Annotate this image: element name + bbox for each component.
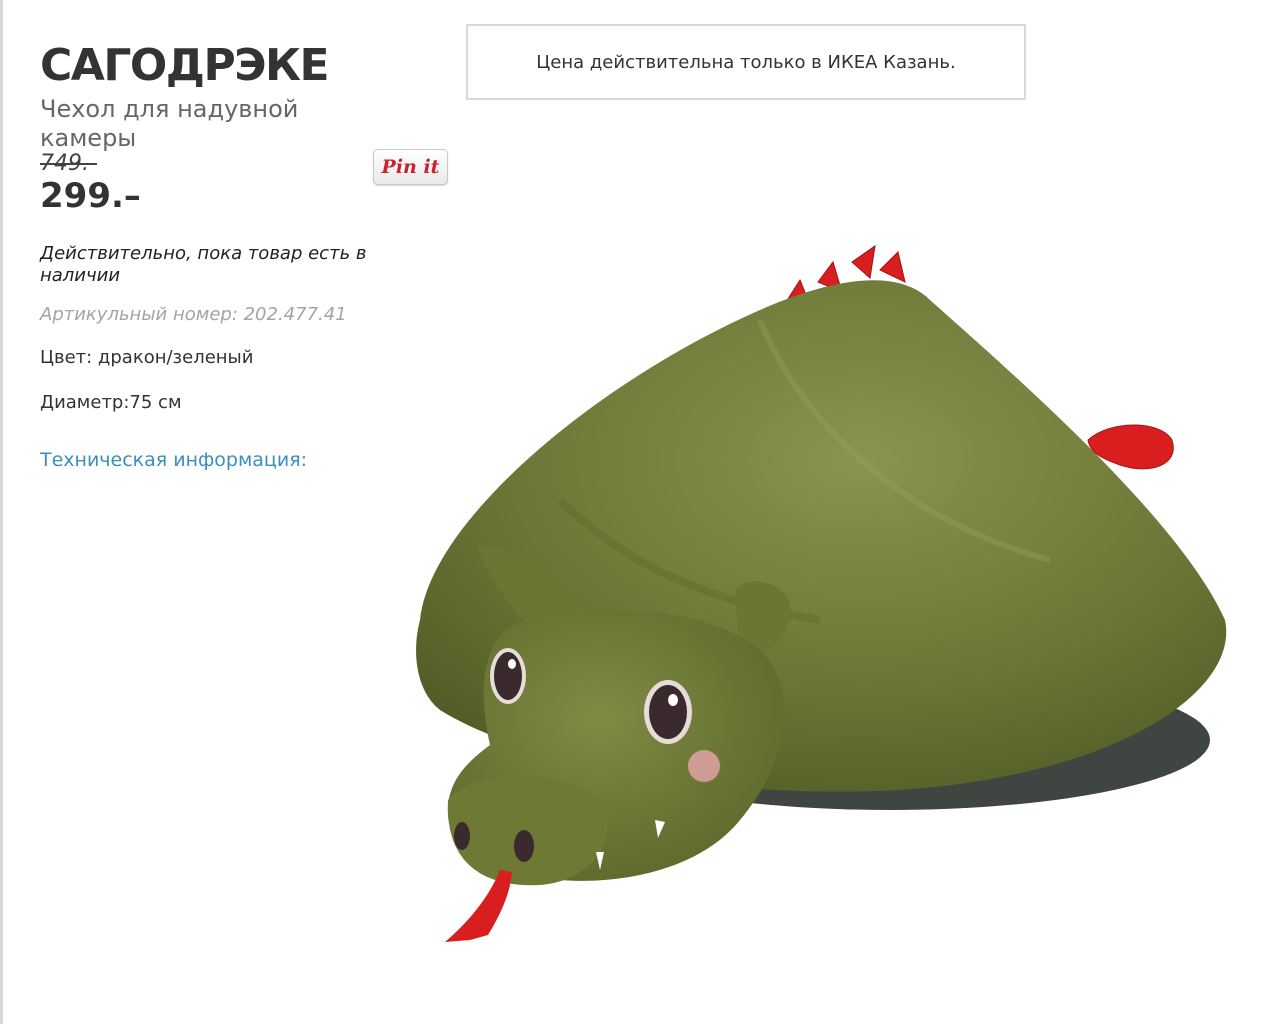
product-subtitle: Чехол для надувной камеры — [40, 95, 299, 152]
old-price: 749.- — [40, 151, 97, 176]
product-title: САГОДРЭКЕ — [40, 40, 330, 91]
price-validity-note: Действительно, пока товар есть в наличии — [40, 243, 367, 286]
product-diameter: Диаметр:75 см — [40, 392, 182, 413]
dragon-beanbag-image — [416, 244, 1227, 942]
product-info-panel: САГОДРЭКЕ Чехол для надувной камеры 749.… — [40, 40, 370, 471]
store-price-notice: Цена действительна только в ИКЕА Казань. — [466, 24, 1026, 100]
technical-info-link[interactable]: Техническая информация: — [40, 449, 307, 471]
product-color: Цвет: дракон/зеленый — [40, 347, 254, 368]
pinterest-pin-button[interactable]: Pin it — [373, 149, 448, 185]
current-price: 299.– — [40, 176, 141, 216]
pinit-label: Pin it — [381, 156, 440, 178]
page-left-border — [0, 0, 3, 1024]
article-number: Артикульный номер: 202.477.41 — [40, 304, 347, 325]
store-price-notice-text: Цена действительна только в ИКЕА Казань. — [536, 51, 956, 73]
